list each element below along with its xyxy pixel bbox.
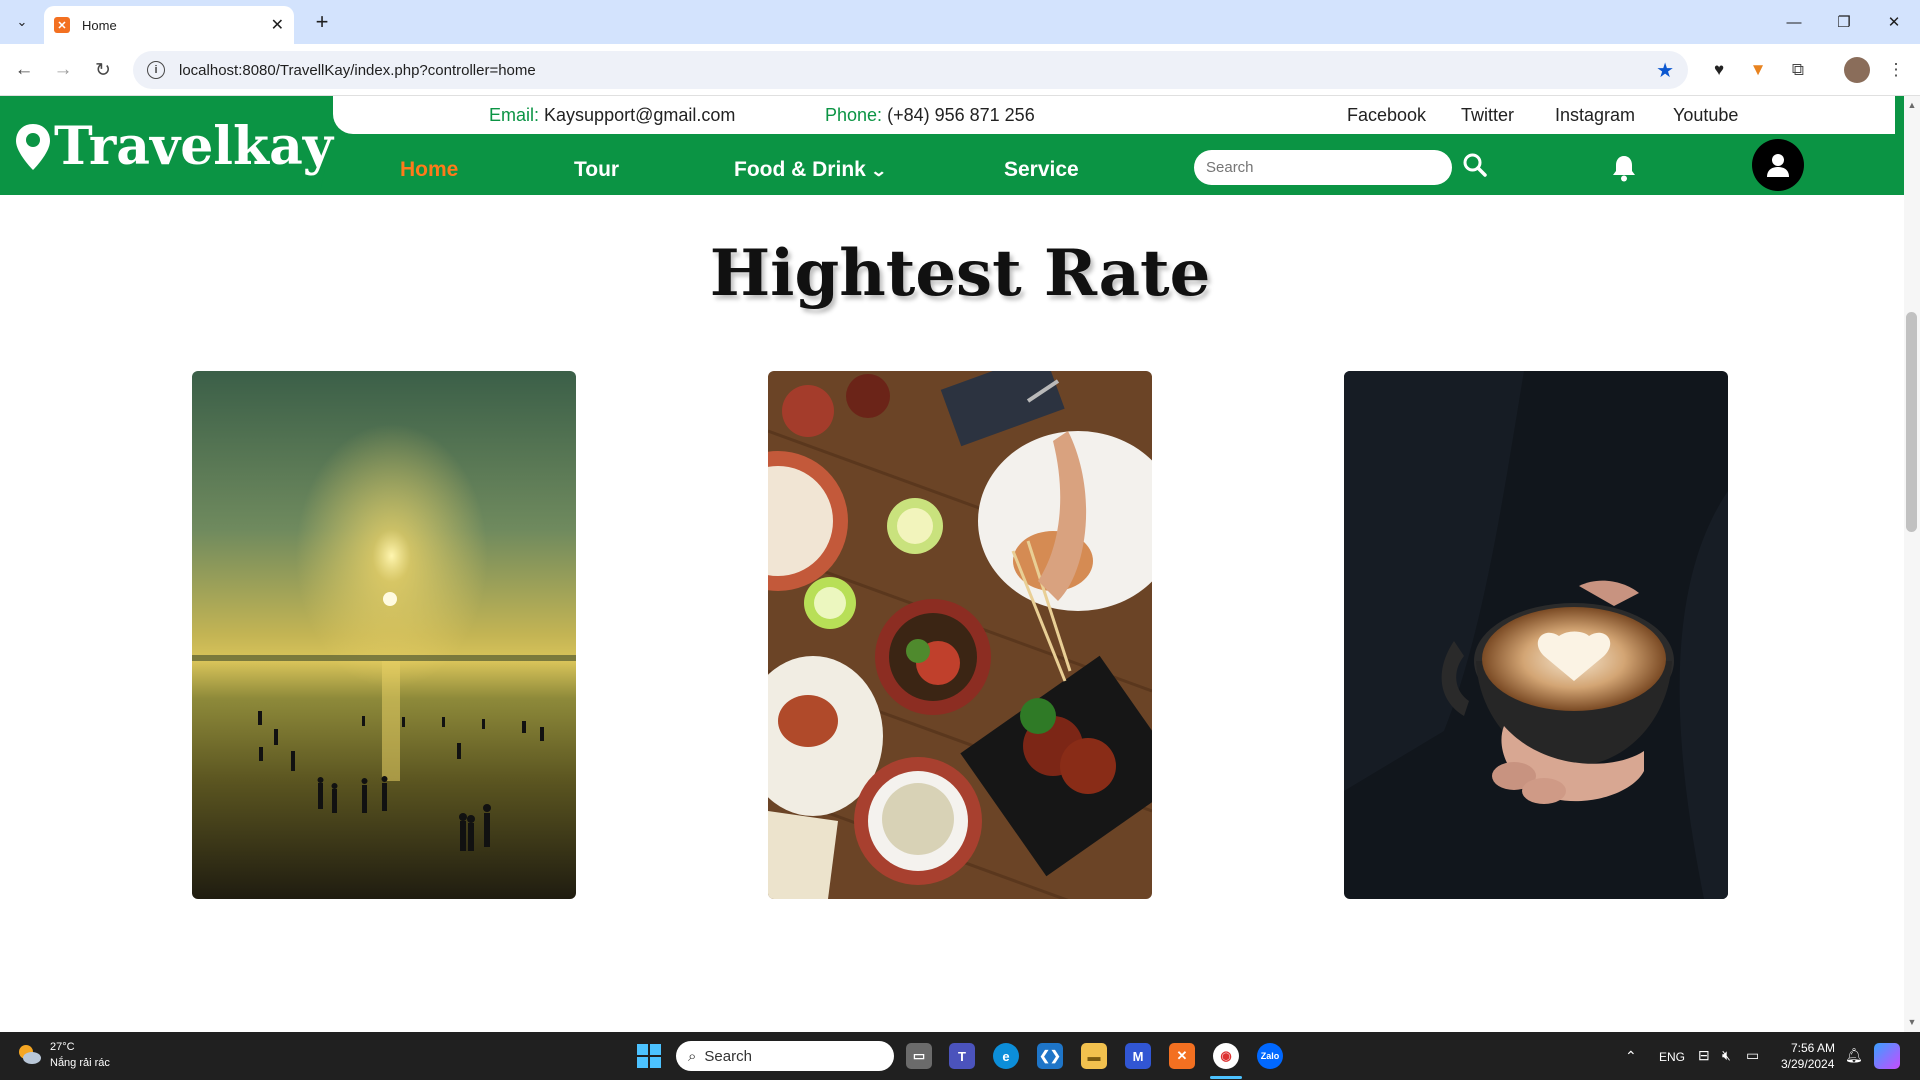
language-indicator[interactable]: ENG bbox=[1659, 1050, 1685, 1064]
tray-overflow-icon[interactable]: ⌃ bbox=[1625, 1048, 1637, 1065]
bell-icon[interactable] bbox=[1611, 154, 1637, 182]
forward-button[interactable]: → bbox=[49, 56, 77, 84]
food-table-image bbox=[768, 371, 1152, 899]
facebook-link[interactable]: Facebook bbox=[1347, 105, 1426, 126]
email-label: Email: bbox=[489, 105, 540, 125]
network-icon[interactable]: ⊟ bbox=[1698, 1047, 1710, 1064]
nav-food-drink[interactable]: Food & Drink ⌄ bbox=[734, 158, 888, 182]
edge-icon[interactable]: e bbox=[993, 1043, 1019, 1069]
file-explorer-icon[interactable]: ▬ bbox=[1081, 1043, 1107, 1069]
weather-desc: Nắng rải rác bbox=[50, 1057, 110, 1069]
scroll-up-arrow[interactable]: ▲ bbox=[1906, 100, 1918, 112]
tab-title: Home bbox=[82, 17, 117, 33]
extension-icon[interactable]: ♥ bbox=[1707, 58, 1731, 82]
clock-date[interactable]: 3/29/2024 bbox=[1781, 1057, 1834, 1071]
scroll-down-arrow[interactable]: ▼ bbox=[1906, 1017, 1918, 1029]
volume-muted-icon[interactable]: 🔇︎ bbox=[1722, 1047, 1731, 1064]
tab-close-icon[interactable]: ✕ bbox=[271, 15, 284, 35]
reload-button[interactable]: ↻ bbox=[89, 56, 117, 84]
site-logo[interactable]: Travelkay bbox=[14, 116, 333, 177]
zalo-icon[interactable]: Zalo bbox=[1257, 1043, 1283, 1069]
taskbar-search-label: Search bbox=[704, 1047, 752, 1065]
contact-strip: Email: Kaysupport@gmail.com Phone: (+84)… bbox=[333, 96, 1895, 134]
phone-value: (+84) 956 871 256 bbox=[887, 105, 1035, 125]
phone-info: Phone: (+84) 956 871 256 bbox=[825, 105, 1035, 126]
email-value: Kaysupport@gmail.com bbox=[544, 105, 736, 125]
back-button[interactable]: ← bbox=[10, 56, 38, 84]
url-text: localhost:8080/TravellKay/index.php?cont… bbox=[179, 61, 536, 79]
user-icon bbox=[1767, 154, 1789, 177]
phone-label: Phone: bbox=[825, 105, 883, 125]
site-search-input[interactable] bbox=[1194, 150, 1452, 185]
task-view-icon[interactable]: ▭ bbox=[906, 1043, 932, 1069]
new-tab-button[interactable]: + bbox=[310, 9, 334, 34]
twitter-link[interactable]: Twitter bbox=[1461, 105, 1514, 126]
weather-icon[interactable] bbox=[16, 1042, 42, 1066]
nav-home[interactable]: Home bbox=[400, 158, 458, 182]
taskbar-search[interactable]: ⌕ Search bbox=[676, 1041, 894, 1071]
profile-avatar[interactable] bbox=[1844, 57, 1870, 83]
clock-time[interactable]: 7:56 AM bbox=[1791, 1041, 1835, 1055]
teams-icon[interactable]: T bbox=[949, 1043, 975, 1069]
nav-service[interactable]: Service bbox=[1004, 158, 1079, 182]
bookmark-star-icon[interactable]: ★ bbox=[1656, 58, 1674, 83]
latte-coffee-photo[interactable] bbox=[1344, 371, 1728, 899]
copilot-icon[interactable] bbox=[1874, 1043, 1900, 1069]
taskbar-search-icon: ⌕ bbox=[688, 1047, 697, 1065]
vscode-icon[interactable]: ❮❯ bbox=[1037, 1043, 1063, 1069]
minimize-button[interactable]: — bbox=[1774, 8, 1814, 36]
weather-temp: 27°C bbox=[50, 1041, 75, 1053]
xampp-icon[interactable]: ✕ bbox=[1169, 1043, 1195, 1069]
chevron-down-icon: ⌄ bbox=[869, 163, 888, 180]
search-icon[interactable] bbox=[1462, 152, 1488, 178]
section-title: Hightest Rate bbox=[709, 236, 1211, 311]
chrome-icon[interactable]: ◉ bbox=[1213, 1043, 1239, 1069]
youtube-link[interactable]: Youtube bbox=[1673, 105, 1738, 126]
beach-sunset-photo[interactable] bbox=[192, 371, 576, 899]
notification-bell-icon[interactable]: 🔔︎ bbox=[1845, 1047, 1863, 1064]
xampp-favicon-icon: ✕ bbox=[54, 17, 70, 33]
beach-sunset-image bbox=[192, 371, 576, 899]
browser-menu-icon[interactable]: ⋮ bbox=[1884, 58, 1908, 82]
app-icon[interactable]: M bbox=[1125, 1043, 1151, 1069]
address-bar[interactable]: i localhost:8080/TravellKay/index.php?co… bbox=[133, 51, 1688, 89]
logo-text: Travelkay bbox=[54, 116, 333, 177]
email-info: Email: Kaysupport@gmail.com bbox=[489, 105, 735, 126]
food-table-photo[interactable] bbox=[768, 371, 1152, 899]
latte-coffee-image bbox=[1344, 371, 1728, 899]
site-info-icon[interactable]: i bbox=[147, 61, 165, 79]
user-account-button[interactable] bbox=[1752, 139, 1804, 191]
battery-icon[interactable]: ▭ bbox=[1746, 1047, 1759, 1064]
extensions-puzzle-icon[interactable]: ⧉ bbox=[1786, 58, 1810, 82]
instagram-link[interactable]: Instagram bbox=[1555, 105, 1635, 126]
active-app-indicator bbox=[1210, 1076, 1242, 1079]
tab-home[interactable]: ✕ Home ✕ bbox=[44, 6, 294, 44]
browser-toolbar: ← → ↻ i localhost:8080/TravellKay/index.… bbox=[0, 44, 1920, 96]
windows-start-icon[interactable] bbox=[637, 1044, 661, 1068]
tab-search-dropdown[interactable]: ⌄ bbox=[10, 10, 34, 34]
nav-tour[interactable]: Tour bbox=[574, 158, 619, 182]
metamask-icon[interactable]: ▼ bbox=[1746, 58, 1770, 82]
location-pin-icon bbox=[16, 123, 50, 170]
nav-food-drink-label: Food & Drink bbox=[734, 158, 866, 181]
restore-button[interactable]: ❐ bbox=[1824, 8, 1864, 36]
scrollbar-thumb[interactable] bbox=[1906, 312, 1917, 532]
close-window-button[interactable]: ✕ bbox=[1874, 8, 1914, 36]
